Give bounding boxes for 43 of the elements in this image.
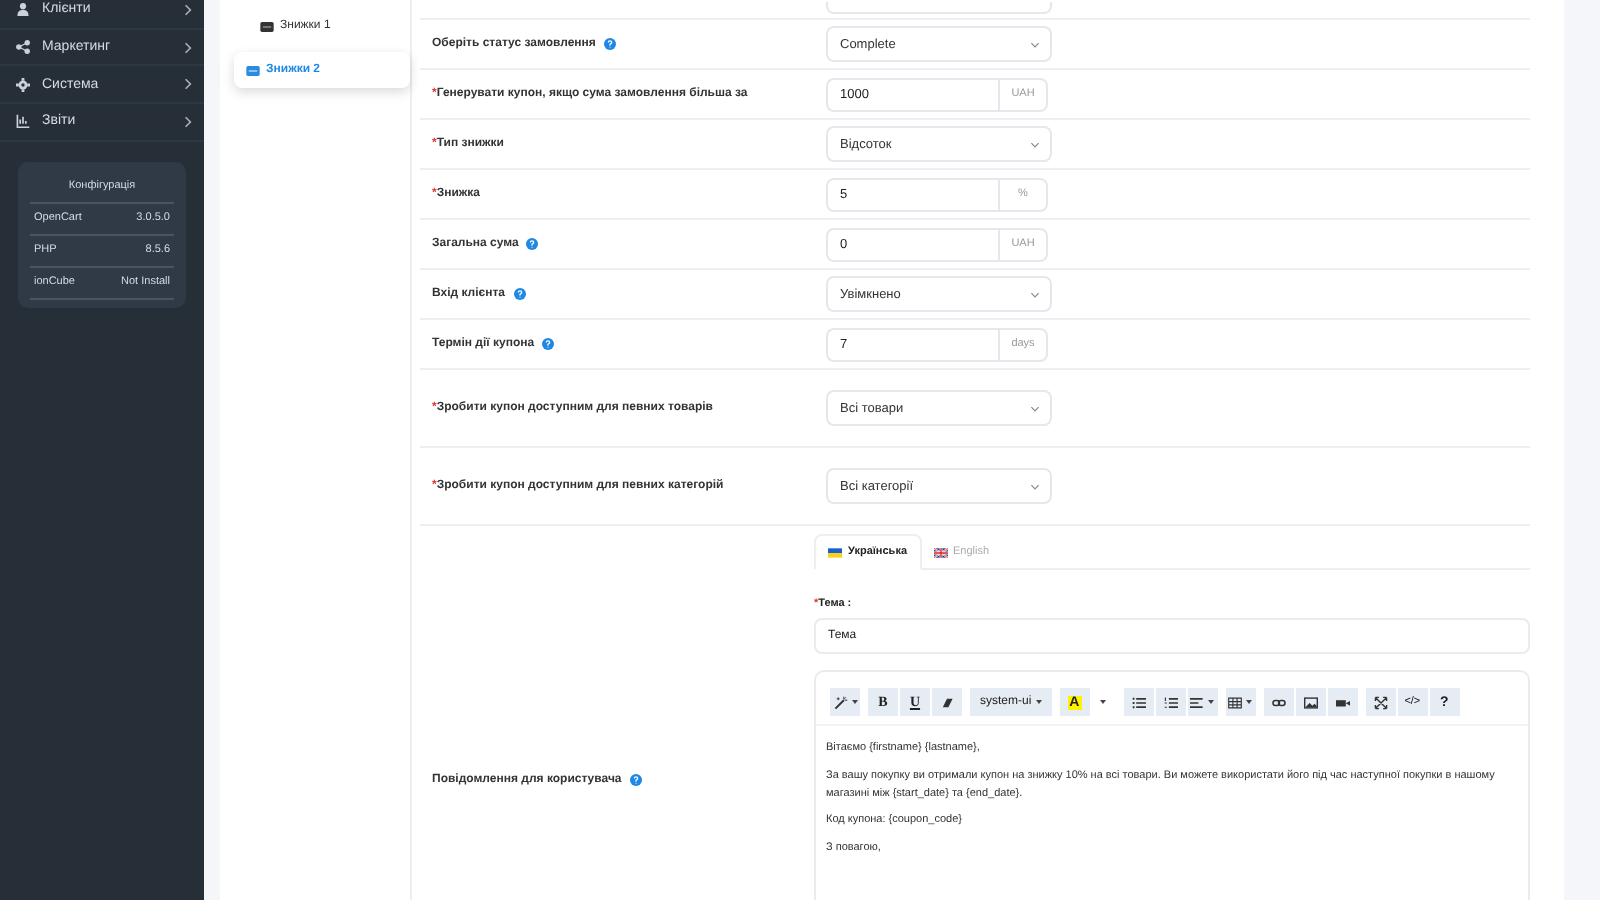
chevron-icon	[184, 3, 192, 16]
input-field[interactable]	[826, 2, 1052, 14]
caret-icon	[1030, 41, 1040, 47]
flag-icon	[933, 547, 948, 557]
caret-icon	[1030, 291, 1040, 297]
share-icon	[16, 40, 30, 55]
video-button[interactable]	[1327, 688, 1358, 716]
table-icon	[1228, 695, 1243, 709]
caret-icon	[1246, 700, 1253, 704]
image-icon	[1303, 695, 1318, 709]
link-button[interactable]	[1263, 688, 1294, 716]
caret-icon	[1035, 700, 1042, 704]
fullscreen-icon	[1373, 695, 1388, 709]
chevron-icon	[184, 115, 192, 128]
chart-icon	[16, 114, 30, 129]
ticket-icon	[260, 21, 274, 31]
align-left-icon	[1190, 695, 1205, 709]
caret-icon	[1208, 700, 1215, 704]
gear-icon	[16, 77, 30, 92]
bullet-list-icon	[1131, 695, 1146, 709]
magic-wand-button[interactable]	[830, 688, 860, 716]
wand-icon	[833, 695, 847, 709]
fullscreen-button[interactable]	[1365, 688, 1396, 716]
caret-icon	[851, 700, 857, 704]
table-button[interactable]	[1225, 688, 1256, 716]
video-camera-icon	[1335, 695, 1350, 709]
caret-icon	[1030, 483, 1040, 489]
numbered-list-icon	[1163, 695, 1178, 709]
numbered-list-button[interactable]	[1155, 688, 1186, 716]
caret-icon	[1030, 141, 1040, 147]
eraser-button[interactable]	[932, 688, 962, 716]
chevron-icon	[184, 78, 192, 91]
chevron-icon	[184, 41, 192, 54]
link-icon	[1271, 695, 1286, 709]
ticket-icon	[246, 65, 260, 75]
align-button[interactable]	[1187, 688, 1218, 716]
caret-icon	[1100, 700, 1107, 704]
caret-icon	[1030, 405, 1040, 411]
flag-icon	[828, 547, 842, 557]
eraser-icon	[940, 695, 954, 709]
image-button[interactable]	[1295, 688, 1326, 716]
user-icon	[16, 2, 30, 17]
bullet-list-button[interactable]	[1123, 688, 1154, 716]
